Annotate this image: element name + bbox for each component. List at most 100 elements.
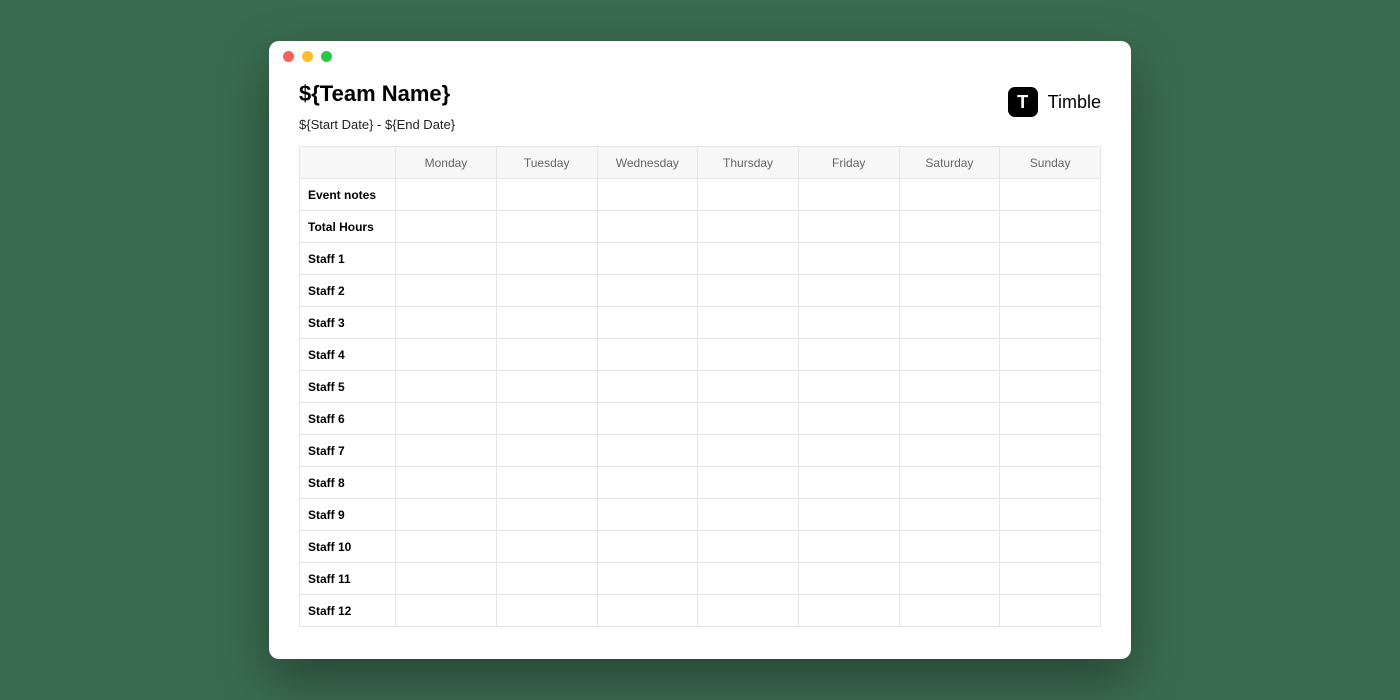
schedule-cell[interactable] bbox=[899, 179, 1000, 211]
schedule-cell[interactable] bbox=[698, 531, 799, 563]
schedule-cell[interactable] bbox=[698, 275, 799, 307]
schedule-cell[interactable] bbox=[899, 339, 1000, 371]
schedule-cell[interactable] bbox=[496, 275, 597, 307]
schedule-cell[interactable] bbox=[597, 563, 698, 595]
schedule-cell[interactable] bbox=[396, 563, 497, 595]
schedule-cell[interactable] bbox=[597, 179, 698, 211]
schedule-cell[interactable] bbox=[496, 499, 597, 531]
schedule-cell[interactable] bbox=[396, 275, 497, 307]
schedule-cell[interactable] bbox=[1000, 531, 1101, 563]
schedule-cell[interactable] bbox=[496, 435, 597, 467]
schedule-cell[interactable] bbox=[496, 531, 597, 563]
schedule-cell[interactable] bbox=[698, 179, 799, 211]
schedule-cell[interactable] bbox=[698, 211, 799, 243]
schedule-cell[interactable] bbox=[396, 403, 497, 435]
schedule-cell[interactable] bbox=[597, 499, 698, 531]
schedule-cell[interactable] bbox=[1000, 275, 1101, 307]
schedule-cell[interactable] bbox=[396, 435, 497, 467]
schedule-cell[interactable] bbox=[1000, 307, 1101, 339]
schedule-cell[interactable] bbox=[597, 403, 698, 435]
schedule-cell[interactable] bbox=[597, 211, 698, 243]
schedule-cell[interactable] bbox=[1000, 499, 1101, 531]
schedule-cell[interactable] bbox=[698, 339, 799, 371]
schedule-cell[interactable] bbox=[396, 467, 497, 499]
schedule-cell[interactable] bbox=[396, 531, 497, 563]
window-zoom-icon[interactable] bbox=[321, 51, 332, 62]
schedule-cell[interactable] bbox=[798, 403, 899, 435]
schedule-cell[interactable] bbox=[698, 595, 799, 627]
schedule-cell[interactable] bbox=[1000, 403, 1101, 435]
schedule-cell[interactable] bbox=[496, 371, 597, 403]
schedule-cell[interactable] bbox=[899, 403, 1000, 435]
schedule-cell[interactable] bbox=[899, 435, 1000, 467]
schedule-cell[interactable] bbox=[396, 179, 497, 211]
schedule-cell[interactable] bbox=[597, 339, 698, 371]
schedule-cell[interactable] bbox=[496, 243, 597, 275]
schedule-cell[interactable] bbox=[496, 179, 597, 211]
window-minimize-icon[interactable] bbox=[302, 51, 313, 62]
schedule-cell[interactable] bbox=[798, 499, 899, 531]
schedule-cell[interactable] bbox=[899, 371, 1000, 403]
schedule-cell[interactable] bbox=[899, 499, 1000, 531]
schedule-cell[interactable] bbox=[698, 467, 799, 499]
schedule-cell[interactable] bbox=[597, 435, 698, 467]
schedule-cell[interactable] bbox=[899, 595, 1000, 627]
schedule-cell[interactable] bbox=[698, 307, 799, 339]
schedule-cell[interactable] bbox=[798, 307, 899, 339]
schedule-cell[interactable] bbox=[1000, 563, 1101, 595]
schedule-cell[interactable] bbox=[496, 307, 597, 339]
schedule-cell[interactable] bbox=[496, 563, 597, 595]
schedule-cell[interactable] bbox=[899, 243, 1000, 275]
schedule-cell[interactable] bbox=[1000, 467, 1101, 499]
schedule-cell[interactable] bbox=[899, 563, 1000, 595]
schedule-cell[interactable] bbox=[798, 179, 899, 211]
schedule-cell[interactable] bbox=[1000, 435, 1101, 467]
schedule-cell[interactable] bbox=[396, 371, 497, 403]
schedule-cell[interactable] bbox=[1000, 595, 1101, 627]
schedule-cell[interactable] bbox=[899, 275, 1000, 307]
schedule-cell[interactable] bbox=[1000, 211, 1101, 243]
schedule-cell[interactable] bbox=[1000, 339, 1101, 371]
schedule-cell[interactable] bbox=[1000, 243, 1101, 275]
schedule-cell[interactable] bbox=[698, 499, 799, 531]
schedule-cell[interactable] bbox=[496, 211, 597, 243]
schedule-cell[interactable] bbox=[396, 499, 497, 531]
schedule-cell[interactable] bbox=[798, 435, 899, 467]
schedule-cell[interactable] bbox=[698, 403, 799, 435]
schedule-cell[interactable] bbox=[899, 467, 1000, 499]
schedule-cell[interactable] bbox=[396, 339, 497, 371]
schedule-cell[interactable] bbox=[698, 243, 799, 275]
schedule-cell[interactable] bbox=[496, 467, 597, 499]
schedule-cell[interactable] bbox=[798, 531, 899, 563]
schedule-cell[interactable] bbox=[798, 467, 899, 499]
schedule-cell[interactable] bbox=[899, 211, 1000, 243]
schedule-cell[interactable] bbox=[496, 595, 597, 627]
schedule-cell[interactable] bbox=[597, 275, 698, 307]
schedule-cell[interactable] bbox=[698, 435, 799, 467]
schedule-cell[interactable] bbox=[698, 371, 799, 403]
schedule-cell[interactable] bbox=[798, 563, 899, 595]
schedule-cell[interactable] bbox=[798, 595, 899, 627]
schedule-cell[interactable] bbox=[798, 211, 899, 243]
schedule-cell[interactable] bbox=[798, 339, 899, 371]
schedule-cell[interactable] bbox=[597, 467, 698, 499]
window-close-icon[interactable] bbox=[283, 51, 294, 62]
schedule-cell[interactable] bbox=[597, 307, 698, 339]
schedule-cell[interactable] bbox=[698, 563, 799, 595]
schedule-cell[interactable] bbox=[1000, 371, 1101, 403]
schedule-cell[interactable] bbox=[1000, 179, 1101, 211]
schedule-cell[interactable] bbox=[496, 339, 597, 371]
schedule-cell[interactable] bbox=[798, 371, 899, 403]
schedule-cell[interactable] bbox=[597, 243, 698, 275]
schedule-cell[interactable] bbox=[597, 371, 698, 403]
schedule-cell[interactable] bbox=[496, 403, 597, 435]
schedule-cell[interactable] bbox=[396, 307, 497, 339]
schedule-cell[interactable] bbox=[597, 595, 698, 627]
schedule-cell[interactable] bbox=[396, 211, 497, 243]
schedule-cell[interactable] bbox=[798, 275, 899, 307]
schedule-cell[interactable] bbox=[899, 307, 1000, 339]
schedule-cell[interactable] bbox=[798, 243, 899, 275]
schedule-cell[interactable] bbox=[396, 243, 497, 275]
schedule-cell[interactable] bbox=[597, 531, 698, 563]
schedule-cell[interactable] bbox=[396, 595, 497, 627]
